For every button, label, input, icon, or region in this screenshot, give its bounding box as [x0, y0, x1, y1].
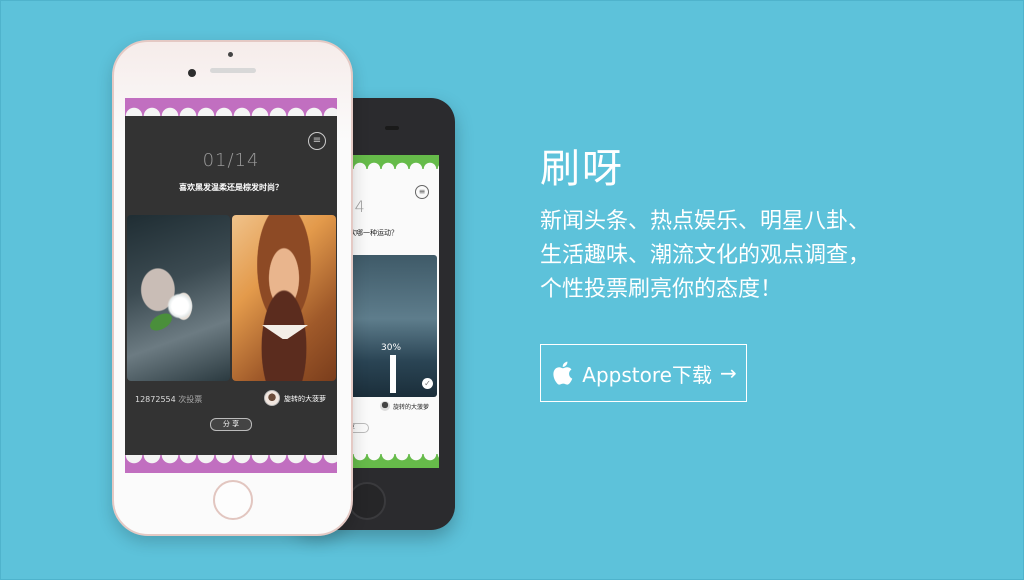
- back-phone-speaker: [385, 126, 399, 130]
- app-description: 新闻头条、热点娱乐、明星八卦、 生活趣味、潮流文化的观点调查， 个性投票刷亮你的…: [540, 205, 1000, 307]
- appstore-download-button[interactable]: Appstore下载 →: [540, 344, 747, 402]
- question-text: 喜欢黑发温柔还是棕发时尚？: [179, 183, 283, 192]
- back-screen-top-wave: [339, 155, 439, 169]
- vote-count-unit: 次投票: [178, 395, 203, 404]
- vote-count-number: 12872554: [135, 395, 176, 404]
- user-avatar[interactable]: [264, 390, 280, 406]
- menu-icon[interactable]: ≡: [308, 132, 326, 150]
- description-line-1: 新闻头条、热点娱乐、明星八卦、: [540, 209, 871, 234]
- vote-option-black-hair-photo[interactable]: [127, 215, 230, 381]
- back-vote-percent: 30%: [381, 343, 402, 353]
- vote-option-brown-hair-photo[interactable]: [232, 215, 336, 381]
- check-icon: ✓: [422, 378, 433, 389]
- app-title: 刷呀: [540, 146, 624, 192]
- back-user-name: 旋转的大菠萝: [393, 404, 430, 411]
- description-line-2: 生活趣味、潮流文化的观点调查，: [540, 243, 871, 268]
- share-button[interactable]: 分 享: [210, 418, 252, 431]
- front-phone-home-button: [213, 480, 253, 520]
- front-screen-top-wave: [125, 98, 337, 116]
- description-line-3: 个性投票刷亮你的态度！: [540, 277, 783, 302]
- front-phone-sensor: [228, 52, 233, 57]
- appstore-download-label: Appstore下载: [582, 362, 712, 387]
- front-phone-camera: [188, 69, 196, 77]
- question-counter: 01/14: [202, 150, 260, 171]
- back-phone-screen: ≡ /14 欢哪一种运动？ 30% ✓ 旋转的大菠萝 享: [339, 155, 439, 468]
- user-name[interactable]: 旋转的大菠萝: [284, 394, 326, 404]
- back-question: 欢哪一种运动？: [349, 229, 398, 237]
- vote-count: 12872554 次投票: [135, 394, 202, 405]
- front-phone-speaker: [210, 68, 256, 73]
- front-screen-bottom-wave: [125, 455, 337, 473]
- back-menu-icon[interactable]: ≡: [415, 185, 429, 199]
- back-screen-bottom-wave: [339, 454, 439, 468]
- front-phone-screen: ≡ 01/14 喜欢黑发温柔还是棕发时尚？ 12872554 次投票 旋转的大菠…: [125, 98, 337, 473]
- back-vote-bar: [390, 355, 396, 393]
- collar-shape: [262, 325, 308, 339]
- apple-icon: [550, 360, 574, 386]
- back-user-avatar: [380, 401, 390, 411]
- back-phone-home-button: [348, 482, 386, 520]
- arrow-right-icon: →: [719, 361, 737, 385]
